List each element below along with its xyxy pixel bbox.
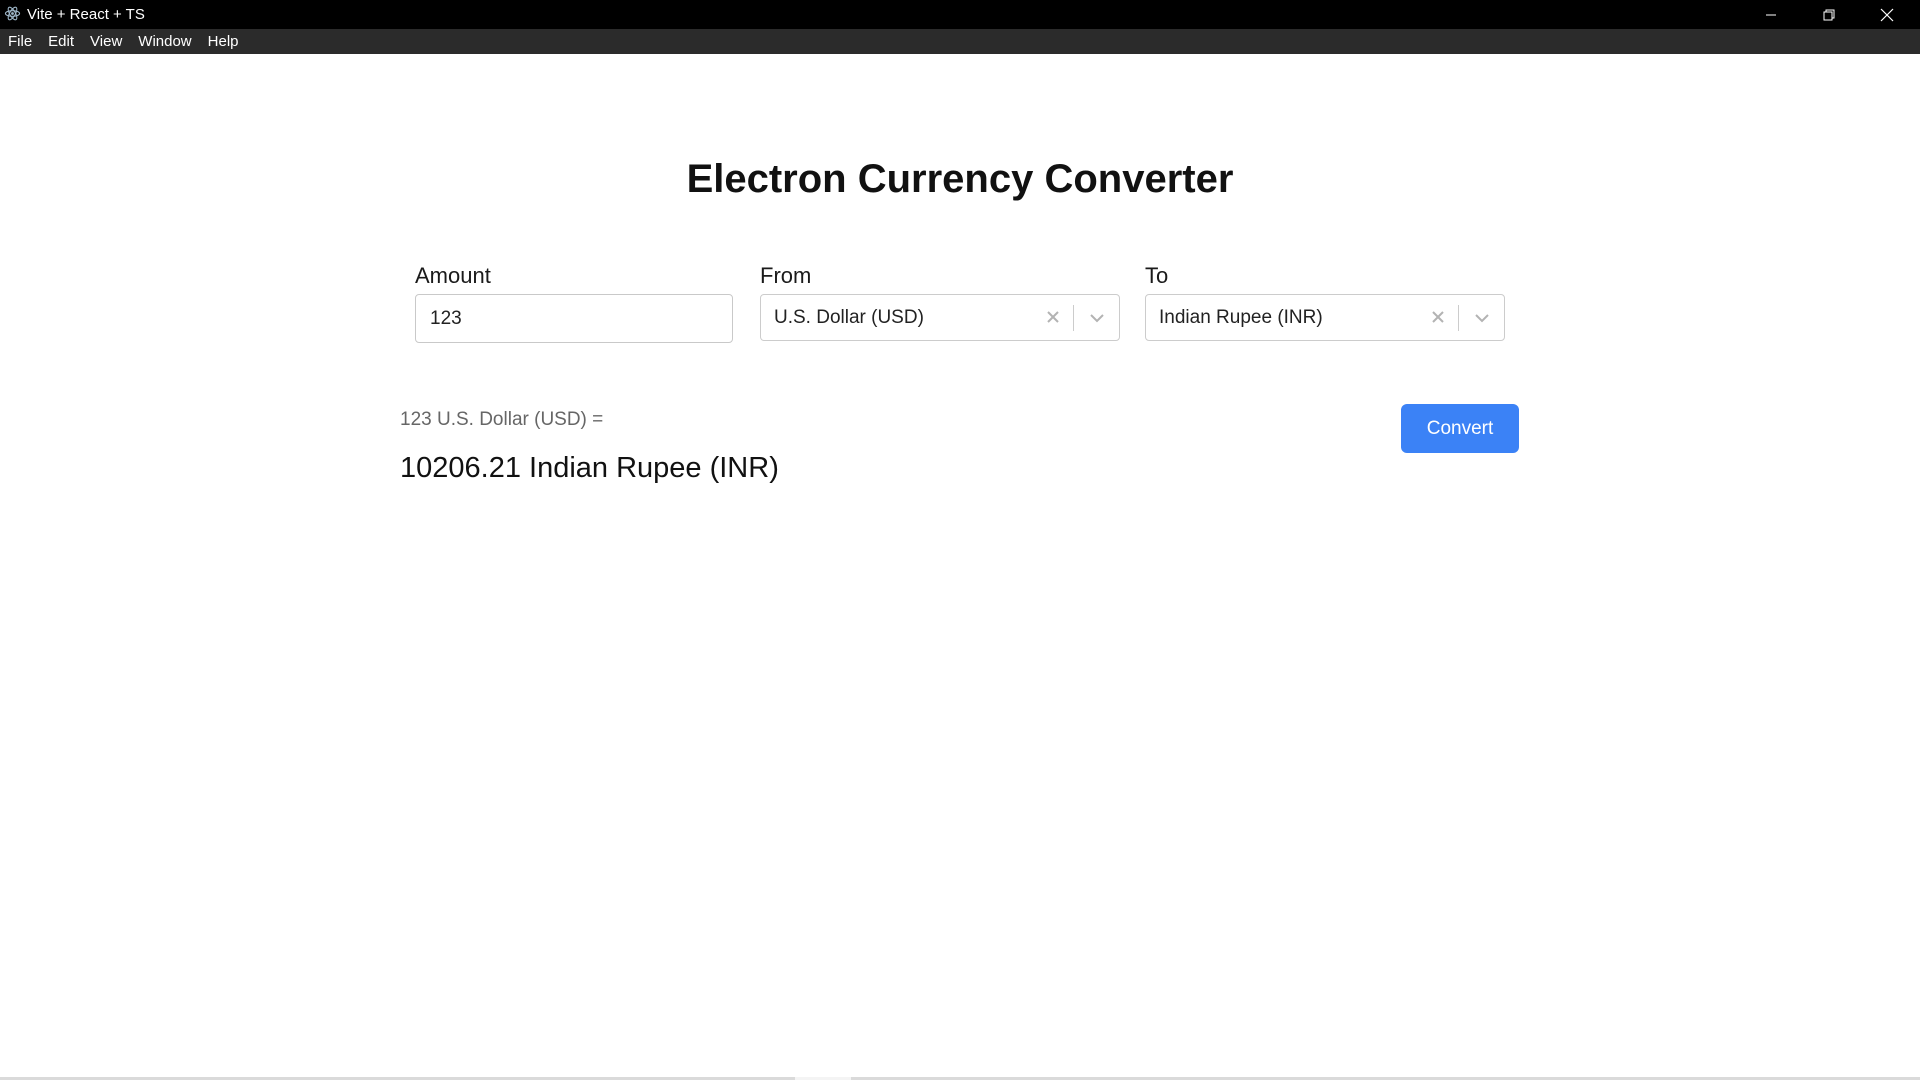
window-title: Vite + React + TS bbox=[27, 6, 145, 23]
select-separator bbox=[1073, 305, 1074, 331]
electron-icon bbox=[4, 6, 21, 21]
menu-help[interactable]: Help bbox=[200, 29, 247, 54]
menu-edit[interactable]: Edit bbox=[40, 29, 82, 54]
conversion-result-text: 10206.21 Indian Rupee (INR) bbox=[400, 452, 779, 484]
from-currency-select[interactable]: U.S. Dollar (USD) bbox=[760, 294, 1120, 341]
app-content: Electron Currency Converter Amount From … bbox=[0, 54, 1920, 1078]
from-label: From bbox=[760, 263, 812, 288]
page-title: Electron Currency Converter bbox=[686, 157, 1234, 201]
title-bar: Vite + React + TS bbox=[0, 0, 1920, 29]
from-currency-value: U.S. Dollar (USD) bbox=[774, 307, 924, 328]
clear-icon[interactable] bbox=[1043, 307, 1063, 327]
conversion-source-text: 123 U.S. Dollar (USD) = bbox=[400, 409, 604, 430]
to-currency-select[interactable]: Indian Rupee (INR) bbox=[1145, 294, 1505, 341]
menu-window[interactable]: Window bbox=[130, 29, 199, 54]
amount-input[interactable] bbox=[415, 294, 733, 343]
to-currency-value: Indian Rupee (INR) bbox=[1159, 307, 1323, 328]
close-icon bbox=[1880, 8, 1894, 21]
clear-icon[interactable] bbox=[1428, 307, 1448, 327]
chevron-down-icon[interactable] bbox=[1087, 308, 1107, 328]
select-separator bbox=[1458, 305, 1459, 331]
minimize-icon bbox=[1766, 14, 1776, 15]
restore-icon bbox=[1823, 9, 1835, 20]
convert-button[interactable]: Convert bbox=[1401, 404, 1519, 453]
close-window-button[interactable] bbox=[1858, 0, 1916, 29]
restore-button[interactable] bbox=[1800, 0, 1858, 29]
chevron-down-icon[interactable] bbox=[1472, 308, 1492, 328]
menu-view[interactable]: View bbox=[82, 29, 130, 54]
to-label: To bbox=[1145, 263, 1169, 288]
menu-bar: File Edit View Window Help bbox=[0, 29, 1920, 54]
menu-file[interactable]: File bbox=[0, 29, 40, 54]
minimize-button[interactable] bbox=[1742, 0, 1800, 29]
amount-label: Amount bbox=[415, 263, 491, 288]
